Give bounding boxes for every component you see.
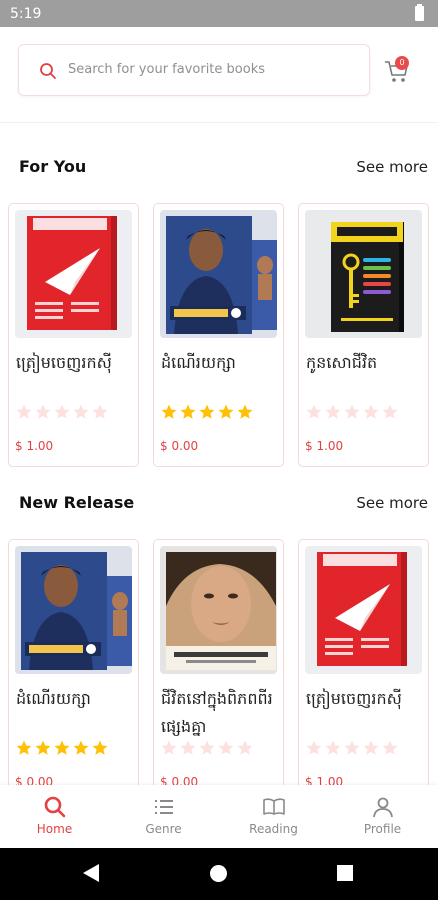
star-icon	[363, 740, 379, 755]
book-card[interactable]: ត្រៀមចេញរកស៊ី $ 1.00	[8, 203, 139, 467]
book-card[interactable]: ដំណើរយក្សា $ 0.00	[153, 203, 284, 467]
section-title-new-release: New Release	[19, 493, 135, 512]
status-time: 5:19	[10, 5, 42, 22]
star-icon	[16, 740, 32, 755]
book-card[interactable]: ជីវិតនៅក្នុងពិភពពីរផ្សេងគ្នា $ 0.00	[153, 539, 284, 803]
book-title: ត្រៀមចេញរកស៊ី	[306, 689, 402, 708]
star-icon	[306, 404, 322, 419]
book-cover-portrait	[15, 546, 132, 674]
system-navigation-bar	[0, 848, 438, 900]
user-icon	[373, 797, 393, 818]
rating-stars	[305, 403, 399, 421]
book-card[interactable]: ដំណើរយក្សា $ 0.00	[8, 539, 139, 803]
star-icon	[237, 404, 253, 419]
book-title: ត្រៀមចេញរកស៊ី	[16, 353, 112, 372]
nav-item-reading[interactable]: Reading	[219, 785, 328, 848]
search-icon	[40, 63, 56, 79]
star-icon	[344, 404, 360, 419]
star-icon	[218, 404, 234, 419]
home-icon[interactable]	[210, 865, 227, 882]
star-icon	[382, 404, 398, 419]
rating-stars	[160, 403, 254, 421]
nav-label-reading: Reading	[249, 822, 298, 836]
star-icon	[35, 740, 51, 755]
cart-count-badge: 0	[395, 56, 409, 70]
search-placeholder: Search for your favorite books	[68, 62, 265, 77]
book-cover-red	[15, 210, 132, 338]
star-icon	[218, 740, 234, 755]
see-more-for-you-link[interactable]: See more	[356, 158, 428, 176]
book-price: $ 1.00	[15, 439, 54, 453]
star-icon	[73, 404, 89, 419]
book-price: $ 0.00	[160, 439, 199, 453]
section-title-for-you: For You	[19, 157, 87, 176]
back-icon[interactable]	[83, 864, 99, 882]
star-icon	[180, 404, 196, 419]
list-icon	[155, 800, 173, 814]
star-icon	[344, 740, 360, 755]
rating-stars	[160, 739, 254, 757]
star-icon	[92, 404, 108, 419]
book-price: $ 1.00	[305, 439, 344, 453]
book-open-icon	[263, 798, 285, 815]
nav-item-genre[interactable]: Genre	[109, 785, 218, 848]
book-title: កូនសោជីវិត	[306, 353, 378, 372]
nav-item-home[interactable]: Home	[0, 785, 109, 848]
star-icon	[325, 404, 341, 419]
star-icon	[161, 404, 177, 419]
book-title: ដំណើរយក្សា	[16, 689, 91, 708]
star-icon	[73, 740, 89, 755]
bottom-navigation: Home Genre Reading Profile	[0, 785, 438, 848]
nav-label-home: Home	[36, 822, 73, 836]
rating-stars	[305, 739, 399, 757]
book-card[interactable]: ត្រៀមចេញរកស៊ី $ 1.00	[298, 539, 429, 803]
book-cover-face	[160, 546, 277, 674]
star-icon	[54, 404, 70, 419]
app-screen: 5:19 Search for your favorite books 0 Fo…	[0, 0, 438, 900]
rating-stars	[15, 739, 109, 757]
nav-label-genre: Genre	[145, 822, 182, 836]
rating-stars	[15, 403, 109, 421]
star-icon	[180, 740, 196, 755]
nav-label-profile: Profile	[363, 822, 402, 836]
battery-icon	[415, 4, 424, 21]
search-icon	[44, 796, 66, 818]
book-cover-key	[305, 210, 422, 338]
recent-apps-icon[interactable]	[337, 865, 353, 881]
star-icon	[237, 740, 253, 755]
book-cover-red	[305, 546, 422, 674]
see-more-new-release-link[interactable]: See more	[356, 494, 428, 512]
book-title: ដំណើរយក្សា	[161, 353, 236, 372]
star-icon	[35, 404, 51, 419]
status-bar: 5:19	[0, 0, 438, 27]
star-icon	[363, 404, 379, 419]
book-cover-portrait	[160, 210, 277, 338]
nav-item-profile[interactable]: Profile	[328, 785, 437, 848]
header: Search for your favorite books 0	[0, 27, 438, 123]
star-icon	[16, 404, 32, 419]
search-field[interactable]: Search for your favorite books	[18, 44, 370, 96]
star-icon	[325, 740, 341, 755]
star-icon	[199, 404, 215, 419]
star-icon	[54, 740, 70, 755]
star-icon	[161, 740, 177, 755]
star-icon	[92, 740, 108, 755]
star-icon	[306, 740, 322, 755]
star-icon	[382, 740, 398, 755]
book-title: ជីវិតនៅក្នុងពិភពពីរផ្សេងគ្នា	[161, 689, 273, 736]
star-icon	[199, 740, 215, 755]
book-card[interactable]: កូនសោជីវិត $ 1.00	[298, 203, 429, 467]
